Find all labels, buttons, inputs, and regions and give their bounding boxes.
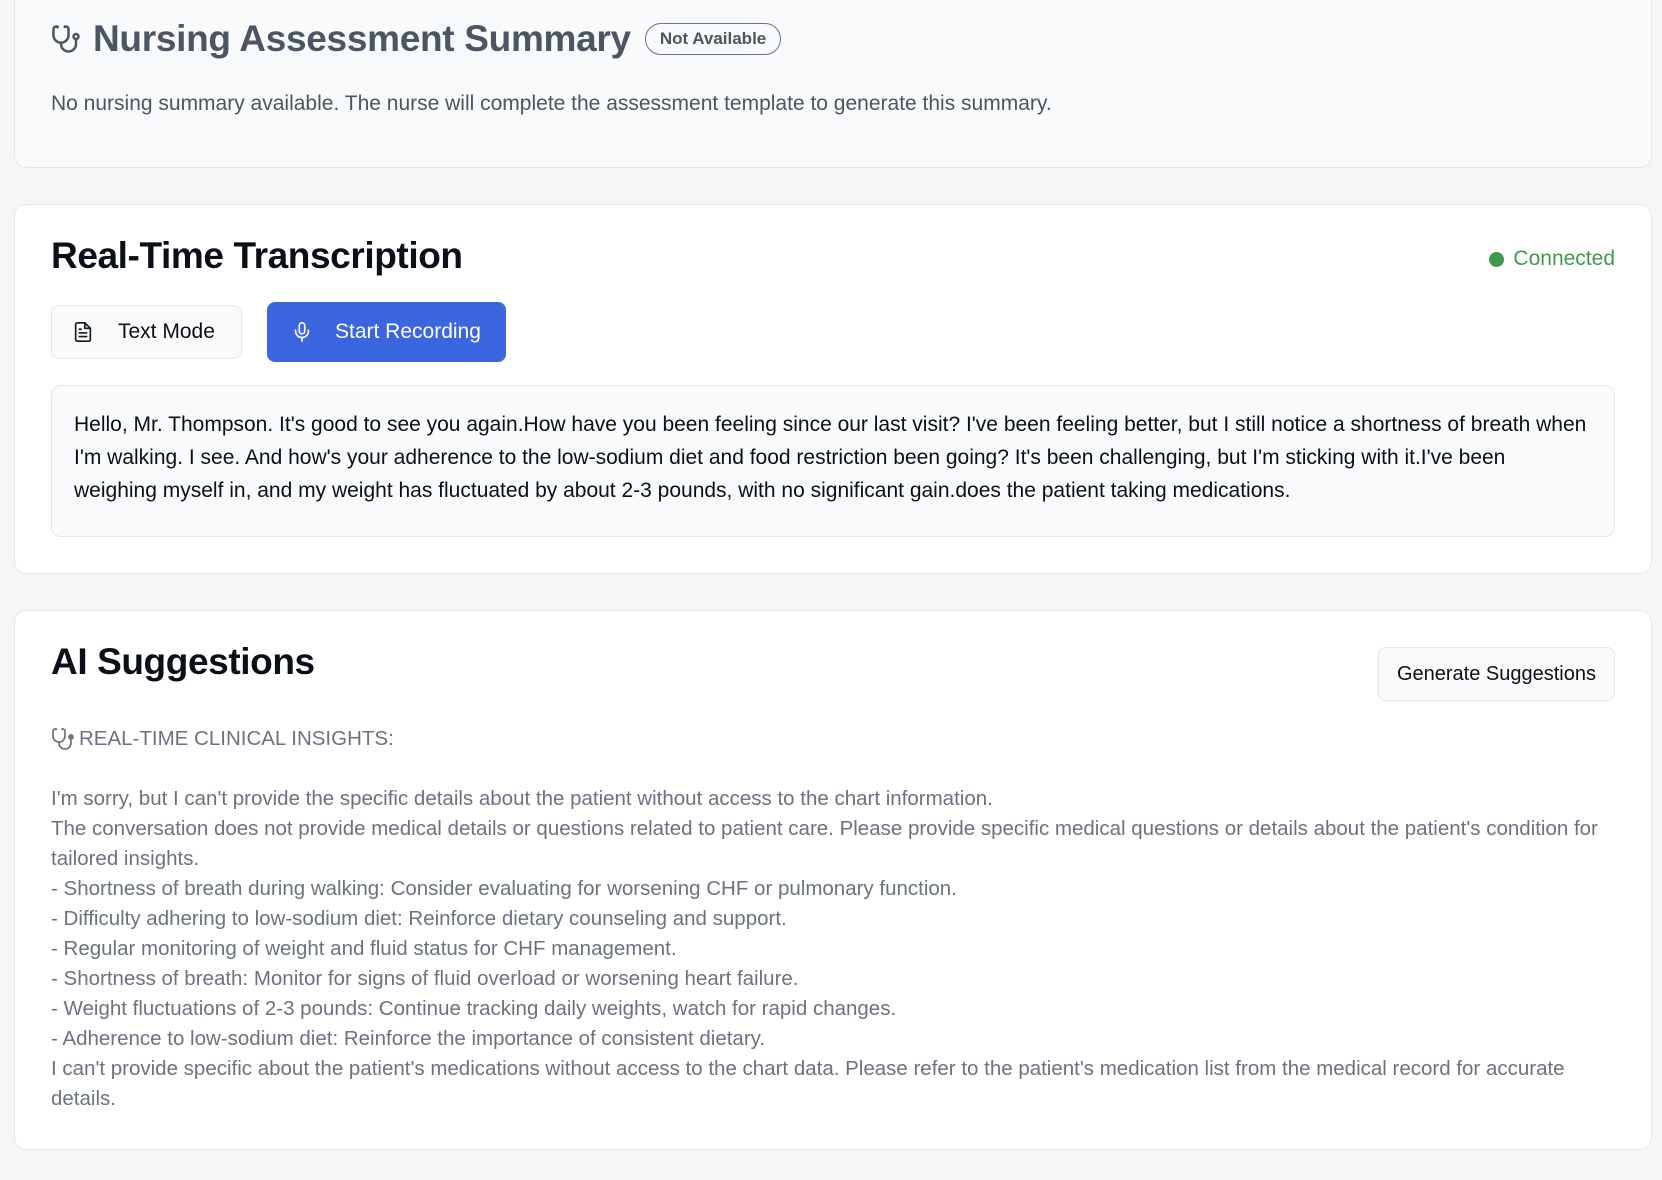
stethoscope-icon: [51, 24, 81, 54]
insights-heading-label: REAL-TIME CLINICAL INSIGHTS:: [79, 727, 394, 750]
status-dot-icon: [1489, 251, 1505, 267]
start-recording-button[interactable]: Start Recording: [267, 302, 506, 362]
nursing-summary-card: Nursing Assessment Summary Not Available…: [14, 0, 1652, 168]
connection-status: Connected: [1489, 247, 1615, 271]
text-mode-button[interactable]: Text Mode: [51, 305, 242, 359]
suggestion-line: - Adherence to low-sodium diet: Reinforc…: [51, 1027, 766, 1050]
page: Nursing Assessment Summary Not Available…: [0, 0, 1662, 1180]
stethoscope-emoji-icon: [51, 727, 75, 751]
suggestion-line: - Shortness of breath: Monitor for signs…: [51, 967, 799, 990]
text-mode-label: Text Mode: [118, 320, 215, 343]
transcription-title: Real-Time Transcription: [51, 235, 463, 276]
nursing-summary-message: No nursing summary available. The nurse …: [51, 92, 1052, 115]
ai-suggestions-card: AI Suggestions Generate Suggestions REAL…: [14, 610, 1652, 1150]
suggestion-line: - Difficulty adhering to low-sodium diet…: [51, 907, 787, 930]
ai-suggestions-body: REAL-TIME CLINICAL INSIGHTS: I'm sorry, …: [51, 724, 1617, 1114]
suggestion-line: - Shortness of breath during walking: Co…: [51, 877, 957, 900]
document-icon: [72, 321, 94, 343]
connection-status-label: Connected: [1513, 247, 1615, 270]
transcription-card: Real-Time Transcription Connected Text M…: [14, 204, 1652, 574]
generate-suggestions-button[interactable]: Generate Suggestions: [1377, 647, 1615, 701]
status-badge: Not Available: [644, 23, 782, 55]
suggestion-line: - Regular monitoring of weight and fluid…: [51, 937, 677, 960]
suggestion-line: - Weight fluctuations of 2-3 pounds: Con…: [51, 997, 897, 1020]
insights-heading: REAL-TIME CLINICAL INSIGHTS:: [51, 724, 1617, 754]
transcript-text[interactable]: Hello, Mr. Thompson. It's good to see yo…: [51, 385, 1615, 537]
ai-suggestions-title: AI Suggestions: [51, 641, 315, 682]
suggestion-line: I can't provide specific about the patie…: [51, 1057, 1565, 1110]
microphone-icon: [291, 321, 313, 343]
suggestion-line: The conversation does not provide medica…: [51, 817, 1598, 870]
suggestion-line: I'm sorry, but I can't provide the speci…: [51, 787, 993, 810]
nursing-summary-title: Nursing Assessment Summary: [93, 18, 631, 59]
nursing-summary-header: Nursing Assessment Summary Not Available: [51, 15, 782, 63]
start-recording-label: Start Recording: [335, 320, 481, 343]
